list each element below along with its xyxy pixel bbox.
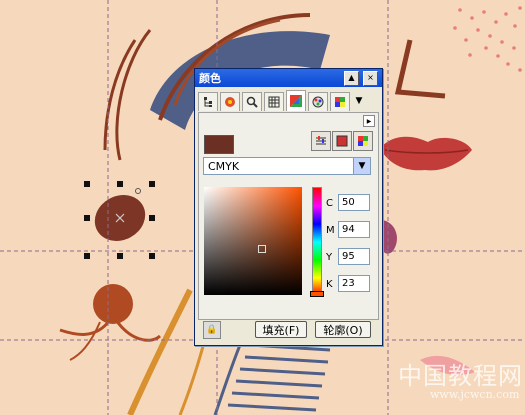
cmyk-label-k: K — [326, 279, 333, 290]
watermark-text: 中国教程网 — [398, 362, 523, 390]
outline-button[interactable]: 轮廓(O) — [315, 321, 371, 338]
docker-tabs: ▼ — [198, 90, 366, 112]
tab-color-zoom[interactable] — [242, 92, 262, 111]
tab-color-eyedropper[interactable] — [198, 92, 218, 111]
cmyk-input-m[interactable]: 94 — [338, 221, 370, 238]
watermark-url: www.jcwcn.com — [430, 388, 520, 401]
cmyk-input-y[interactable]: 95 — [338, 248, 370, 265]
current-color-swatch — [204, 135, 234, 154]
tabs-overflow-icon[interactable]: ▼ — [352, 92, 366, 110]
tab-color-harmonies[interactable] — [220, 92, 240, 111]
color-model-page: ▶ CMYK ▼ C 50 M 94 Y 95 K 23 — [198, 112, 379, 320]
pin-icon[interactable]: ▲ — [344, 70, 359, 86]
tree-icon — [204, 97, 212, 107]
color-palettes-button[interactable] — [353, 131, 373, 151]
chevron-down-icon[interactable]: ▼ — [353, 158, 370, 174]
grid-icon — [268, 96, 280, 108]
cmyk-input-c[interactable]: 50 — [338, 194, 370, 211]
swatches-icon — [358, 136, 368, 146]
flower-icon — [225, 97, 235, 107]
cmyk-label-y: Y — [326, 252, 333, 263]
color-model-value: CMYK — [208, 159, 240, 173]
color-model-select[interactable]: CMYK ▼ — [203, 157, 371, 175]
tab-color-mixer[interactable] — [308, 92, 328, 111]
color-viewer-icon — [336, 135, 348, 147]
close-icon[interactable]: × — [363, 70, 378, 86]
palette-grid-icon — [335, 97, 345, 107]
hue-slider-handle[interactable] — [310, 291, 324, 297]
sliders-icon — [316, 136, 326, 145]
tab-color-grid[interactable] — [264, 92, 284, 111]
color-sliders-button[interactable] — [311, 131, 331, 151]
tab-color-models[interactable] — [286, 90, 306, 111]
flyout-arrow-icon[interactable]: ▶ — [363, 115, 375, 127]
lock-icon[interactable]: 🔒 — [203, 321, 221, 339]
color-picker-area[interactable] — [204, 187, 302, 295]
color-viewer-button[interactable] — [332, 131, 352, 151]
color-picker-marker[interactable] — [258, 245, 266, 253]
cmyk-label-c: C — [326, 198, 333, 209]
fill-button[interactable]: 填充(F) — [255, 321, 307, 338]
docker-titlebar[interactable]: 颜色 ▲ × — [195, 69, 382, 87]
zoom-icon — [246, 96, 258, 108]
palette-icon — [290, 95, 302, 107]
tab-color-palettes[interactable] — [330, 92, 350, 111]
nose-shape[interactable] — [93, 284, 133, 324]
mixer-icon — [312, 96, 324, 108]
hue-slider[interactable] — [312, 187, 322, 297]
docker-title: 颜色 — [199, 72, 221, 85]
cmyk-input-k[interactable]: 23 — [338, 275, 370, 292]
cmyk-label-m: M — [326, 225, 335, 236]
color-docker-panel: 颜色 ▲ × ▼ ▶ CMYK ▼ C 50 M 94 Y 95 K 23 🔒 … — [194, 68, 383, 346]
